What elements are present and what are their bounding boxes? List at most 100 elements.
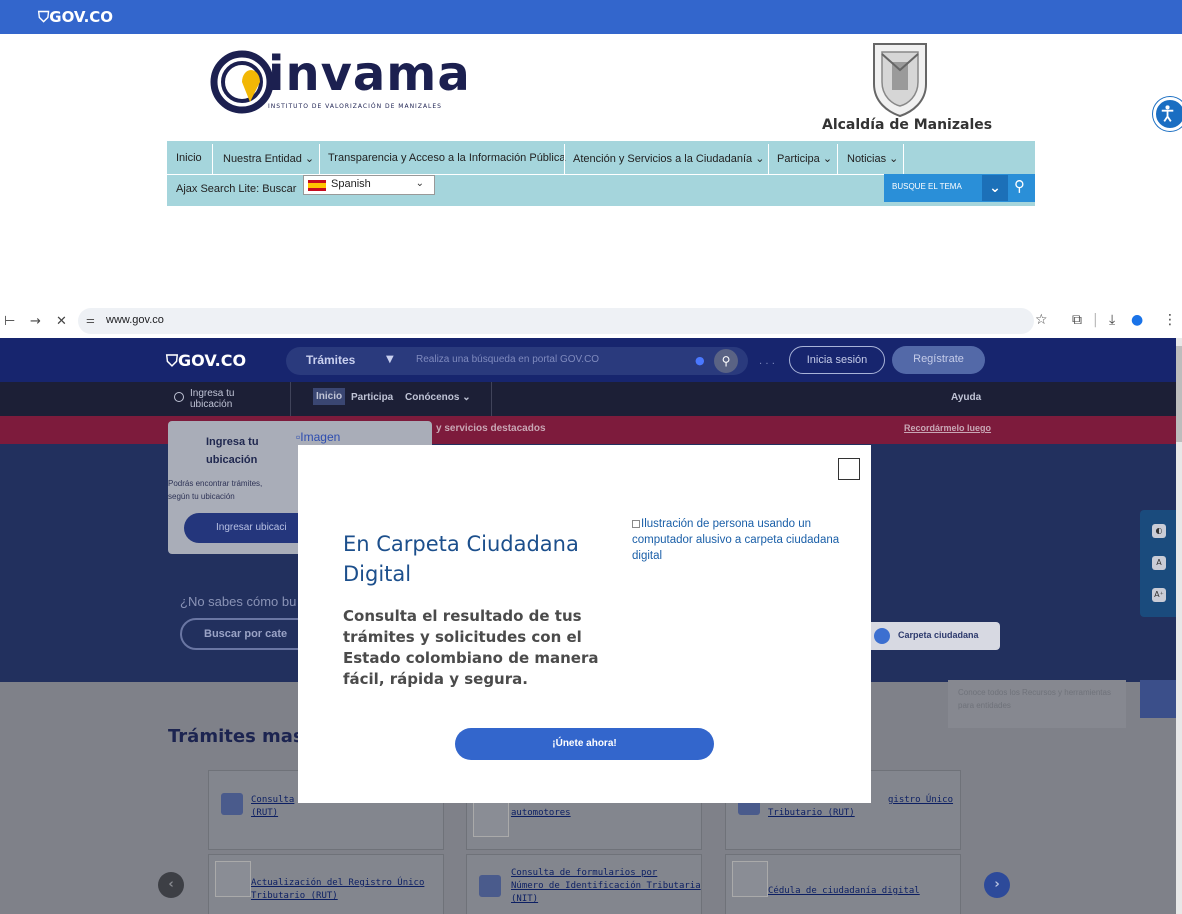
contrast-icon[interactable]: ◐: [1152, 524, 1166, 538]
tramites-title: Trámites mas: [168, 726, 304, 747]
divider: |: [1093, 312, 1098, 328]
buscar-categoria-button[interactable]: Buscar por cate: [180, 618, 315, 650]
carousel-next-icon[interactable]: ›: [984, 872, 1010, 898]
address-bar[interactable]: ⚌ www.gov.co: [78, 308, 1034, 334]
tab-inicio[interactable]: Inicio: [313, 388, 346, 405]
tab-participa[interactable]: Participa: [351, 392, 393, 403]
location-popup-title: Ingresa tu ubicación: [206, 436, 259, 466]
location-link[interactable]: Ingresa tu ubicación: [190, 388, 234, 410]
stop-icon[interactable]: ✕: [56, 314, 67, 329]
forward-icon[interactable]: →: [30, 314, 41, 329]
search-icon[interactable]: ⚲: [714, 349, 738, 373]
invama-wordmark: invama: [268, 46, 471, 102]
tramite-link[interactable]: automotores: [511, 807, 571, 820]
divider: [768, 144, 769, 174]
divider: [290, 382, 291, 416]
tramite-card[interactable]: Cédula de ciudadanía digital: [725, 854, 961, 914]
language-value: Spanish: [331, 178, 371, 190]
alcaldia-label: Alcaldía de Manizales: [822, 117, 993, 133]
profile-avatar-icon[interactable]: ●: [1131, 312, 1143, 328]
divider: [564, 144, 565, 174]
divider: [491, 382, 492, 416]
browser-toolbar: ⊢ → ✕ ⚌ www.gov.co ☆ ⧉ | ⤓ ● ⋮: [0, 306, 1182, 338]
main-menu: Inicio Nuestra Entidad ⌄ Transparencia y…: [167, 141, 1035, 206]
language-select[interactable]: Spanish ⌄: [303, 175, 435, 195]
accessibility-toolbar: ◐ A A⁺: [1140, 510, 1176, 617]
search-input[interactable]: Realiza una búsqueda en portal GOV.CO: [416, 354, 599, 365]
tramite-link[interactable]: Consulta de formularios por Número de Ide…: [511, 867, 701, 906]
busque-el-tema-bar[interactable]: BUSQUE EL TEMA ⌄ ⚲: [884, 174, 1035, 202]
no-sabes-text: ¿No sabes cómo bu: [180, 594, 297, 609]
divider: [319, 144, 320, 174]
govco-nav: Ingresa tu ubicación Inicio Participa Con…: [0, 382, 1182, 416]
carpeta-ciudadana-button[interactable]: Carpeta ciudadana: [866, 622, 1000, 650]
spain-flag-icon: [308, 180, 326, 191]
accessibility-icon[interactable]: [1153, 97, 1182, 131]
tab-conocenos[interactable]: Conócenos ⌄: [405, 392, 471, 403]
modal-description: Consulta el resultado de tus trámites y …: [343, 607, 599, 688]
broken-image: [215, 861, 251, 897]
search-icon[interactable]: ⚲: [1014, 177, 1025, 195]
menu-inicio[interactable]: Inicio: [176, 152, 202, 164]
menu-atencion[interactable]: Atención y Servicios a la Ciudadanía ⌄: [573, 152, 764, 165]
location-popup-text: Podrás encontrar trámites, según tu ubica…: [168, 479, 263, 501]
divider: [8, 34, 166, 36]
chevron-down-icon[interactable]: ▼: [386, 354, 394, 365]
scrollbar[interactable]: [1176, 338, 1182, 914]
scrollbar-thumb[interactable]: [1176, 346, 1182, 442]
divider: [167, 174, 903, 175]
calendar-icon: [221, 793, 243, 815]
menu-dots-icon[interactable]: ⋮: [1163, 312, 1177, 328]
divider: [1035, 34, 1182, 36]
bookmark-star-icon[interactable]: ☆: [1035, 312, 1048, 328]
menu-noticias[interactable]: Noticias ⌄: [847, 152, 898, 165]
conoce-recursos-text[interactable]: Conoce todos los Recursos y herramientas…: [948, 680, 1126, 728]
font-decrease-icon[interactable]: A: [1152, 556, 1166, 570]
tramite-card[interactable]: Consulta de formularios por Número de Ide…: [466, 854, 702, 914]
menu-participa[interactable]: Participa ⌄: [777, 152, 832, 165]
carousel-prev-icon[interactable]: ‹: [158, 872, 184, 898]
site-info-icon[interactable]: ⚌: [86, 315, 95, 326]
menu-transparencia[interactable]: Transparencia y Acceso a la Información …: [328, 152, 565, 164]
govco-logo[interactable]: ⛉GOV.CO: [166, 351, 246, 371]
alert-text: y servicios destacados: [436, 423, 546, 434]
url-text: www.gov.co: [106, 314, 164, 326]
back-icon[interactable]: ⊢: [4, 314, 15, 329]
microphone-icon[interactable]: ●: [695, 354, 705, 367]
carpeta-ciudadana-modal: En Carpeta Ciudadana Digital Consulta el…: [298, 445, 871, 803]
tramite-link[interactable]: Actualización del Registro Único Tributar…: [251, 877, 424, 903]
busque-label: BUSQUE EL TEMA: [892, 182, 962, 191]
modal-title: En Carpeta Ciudadana Digital: [343, 532, 579, 586]
close-icon[interactable]: [838, 458, 860, 480]
register-button[interactable]: Regístrate: [892, 346, 985, 374]
ajax-search-label[interactable]: Ajax Search Lite: Buscar: [176, 183, 296, 195]
tramite-card[interactable]: Actualización del Registro Único Tributar…: [208, 854, 444, 914]
font-increase-icon[interactable]: A⁺: [1152, 588, 1166, 602]
login-button[interactable]: Inicia sesión: [789, 346, 885, 374]
chevron-down-icon[interactable]: ⌄: [982, 175, 1008, 201]
divider: [837, 144, 838, 174]
broken-image-icon: [632, 520, 640, 528]
chevron-down-icon: ⌄: [415, 178, 424, 189]
calendar-icon: [479, 875, 501, 897]
broken-image: [473, 801, 509, 837]
govco-page: ⛉GOV.CO Trámites ▼ Realiza una búsqueda …: [0, 338, 1182, 914]
extensions-icon[interactable]: ⧉: [1072, 312, 1082, 328]
modal-illustration: Ilustración de persona usando un computa…: [632, 518, 840, 562]
govco-top-bar: ⛉GOV.CO: [0, 0, 1182, 36]
tramite-link[interactable]: Cédula de ciudadanía digital: [768, 885, 920, 898]
folder-icon: [874, 628, 890, 644]
help-link[interactable]: Ayuda: [951, 392, 981, 403]
location-pin-icon: [174, 392, 184, 402]
govco-logo[interactable]: ⛉GOV.CO: [38, 8, 113, 26]
menu-nuestra-entidad[interactable]: Nuestra Entidad ⌄: [223, 152, 314, 165]
divider: [903, 144, 904, 174]
divider: [212, 144, 213, 174]
invama-tagline: INSTITUTO DE VALORIZACIÓN DE MANIZALES: [268, 103, 442, 110]
unete-ahora-button[interactable]: ¡Únete ahora!: [455, 728, 714, 760]
search-scope[interactable]: Trámites: [306, 353, 355, 367]
govco-search-bar[interactable]: Trámites ▼ Realiza una búsqueda en porta…: [286, 347, 748, 375]
remind-later-link[interactable]: Recordármelo luego: [904, 423, 991, 433]
tramite-link[interactable]: Consulta (RUT): [251, 794, 294, 820]
download-icon[interactable]: ⤓: [1109, 312, 1115, 328]
